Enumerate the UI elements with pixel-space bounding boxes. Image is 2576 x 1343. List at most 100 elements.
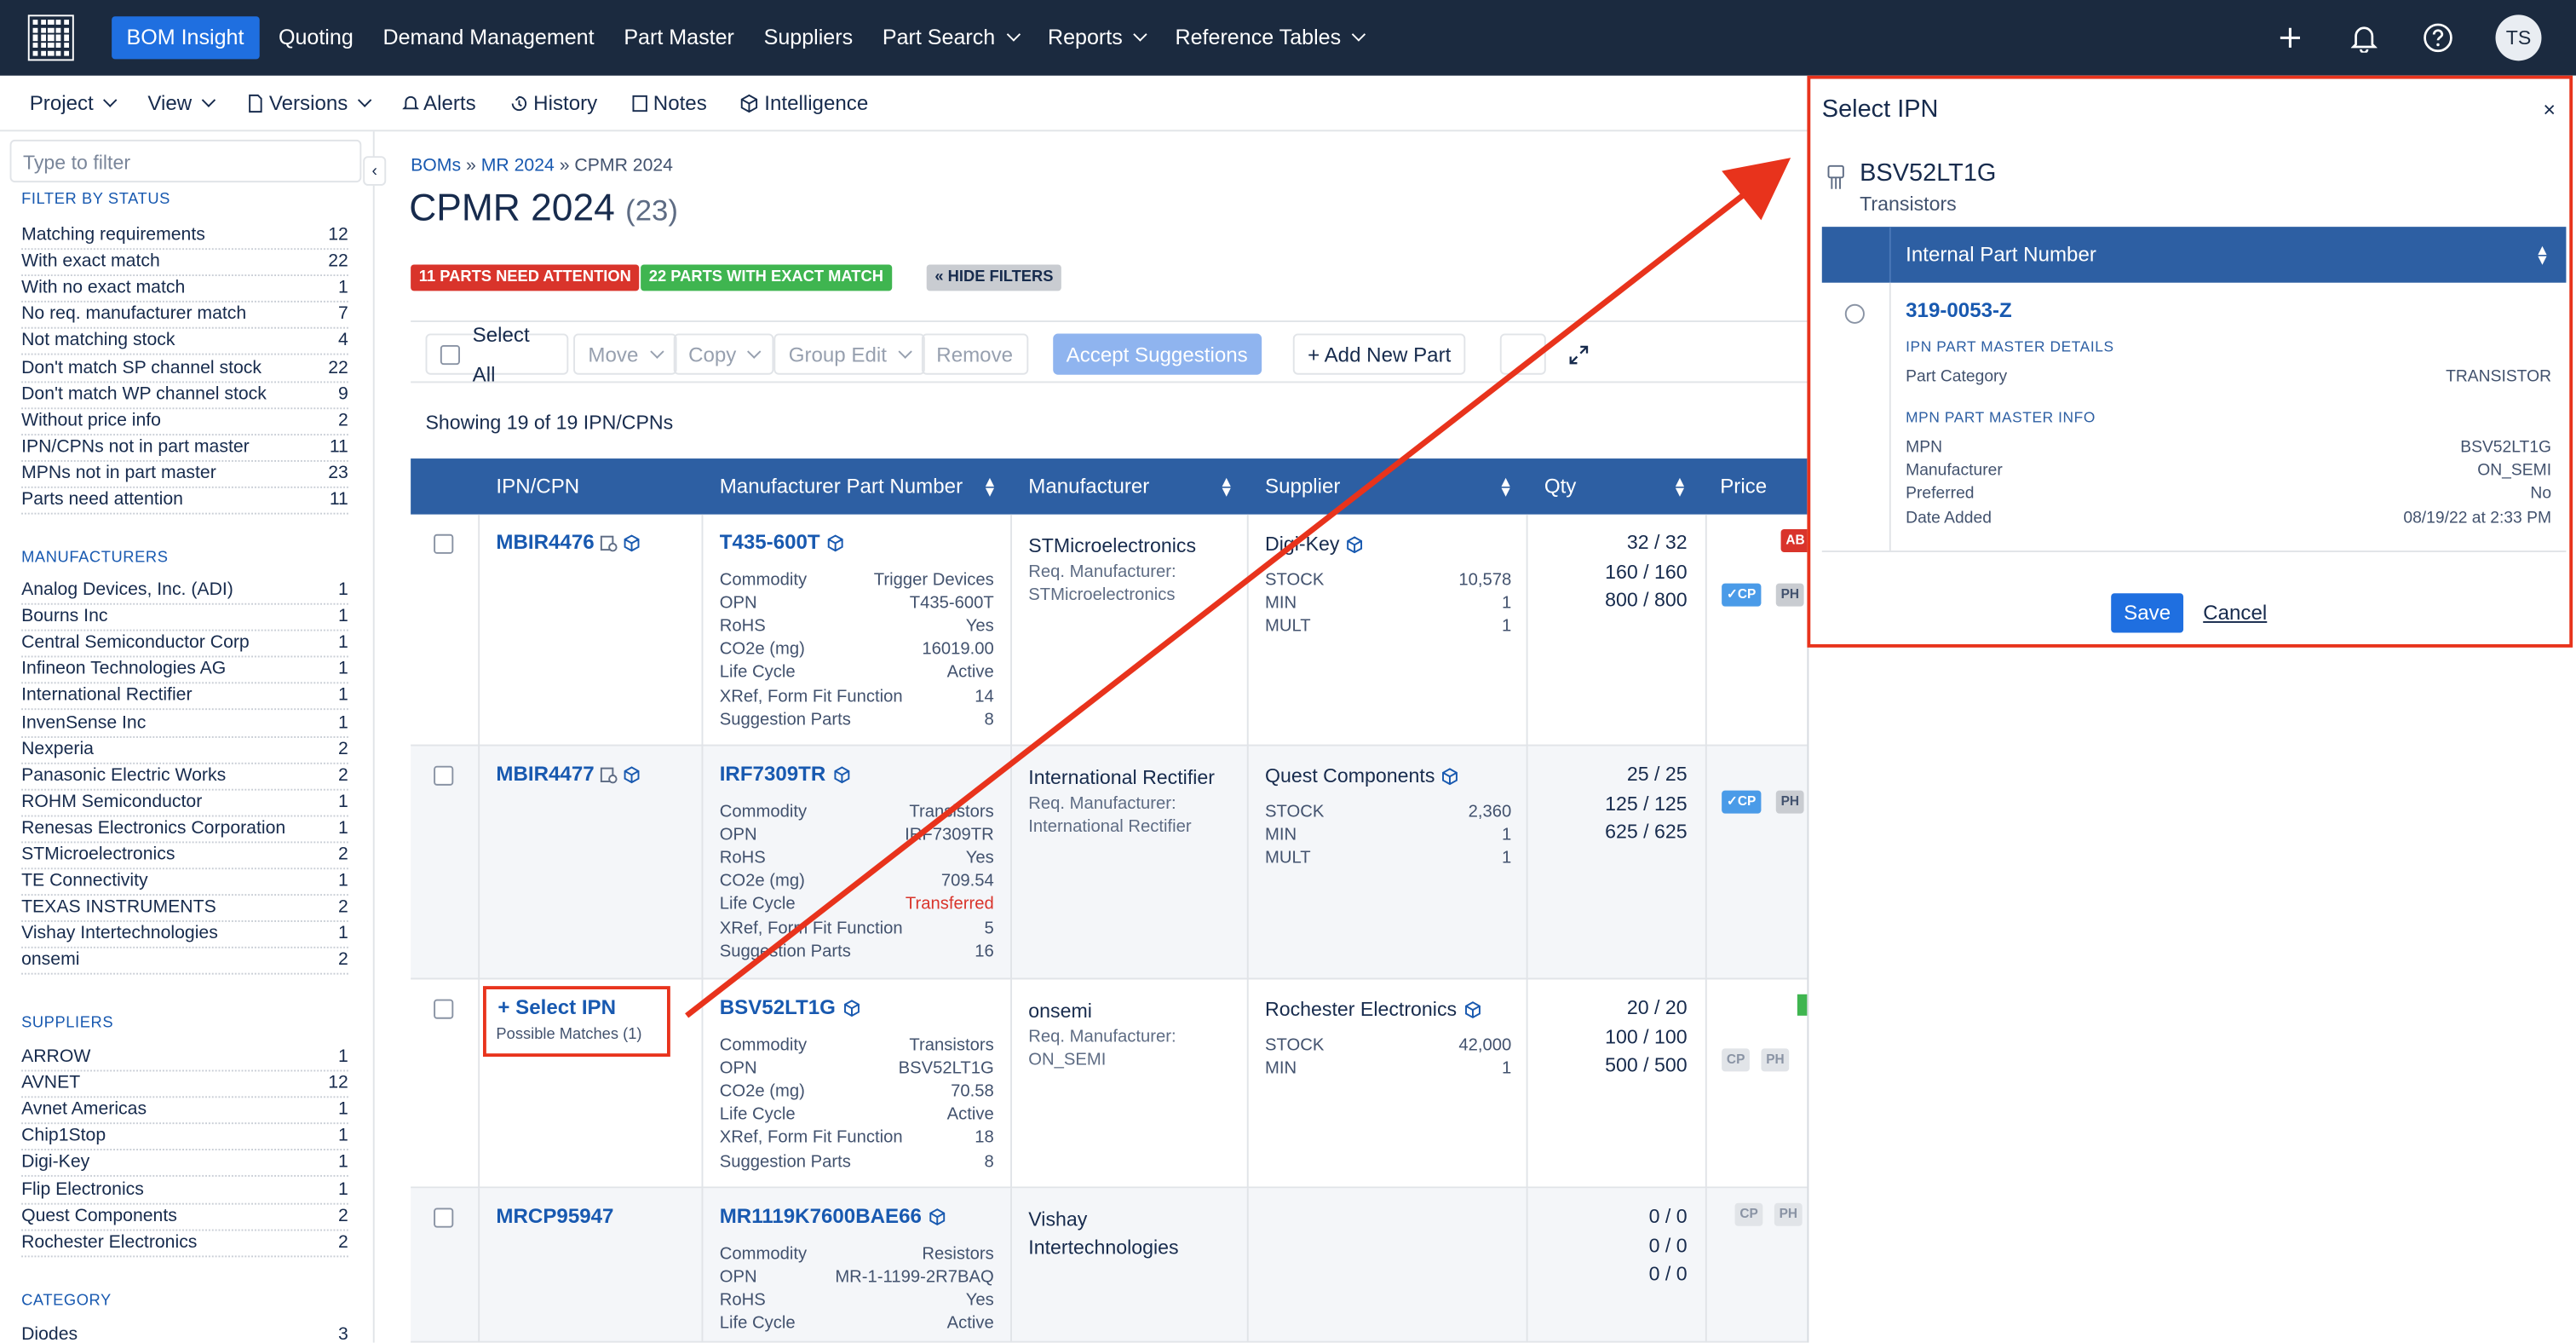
nav-bom-insight[interactable]: BOM Insight	[112, 16, 259, 60]
bell-icon[interactable]	[2348, 21, 2381, 55]
row-checkbox[interactable]	[434, 1208, 454, 1228]
attention-badge[interactable]: 11 PARTS NEED ATTENTION	[411, 264, 640, 291]
remove-button[interactable]: Remove	[921, 333, 1028, 375]
ipn-link[interactable]: MBIR4476	[496, 531, 640, 554]
filter-item-mfr[interactable]: Renesas Electronics Corporation 1	[21, 816, 348, 844]
copy-button[interactable]: Copy	[673, 333, 774, 375]
nav-reference-tables[interactable]: Reference Tables	[1160, 16, 1378, 59]
nav-suppliers[interactable]: Suppliers	[749, 16, 867, 59]
nav-part-search[interactable]: Part Search	[867, 16, 1032, 59]
status-pill[interactable]: PH	[1775, 583, 1804, 607]
breadcrumb-boms[interactable]: BOMs	[411, 156, 461, 176]
header-price[interactable]: Price	[1720, 458, 1819, 515]
filter-item-mfr[interactable]: Central Semiconductor Corp 1	[21, 631, 348, 658]
supplier-name[interactable]: Quest Components	[1265, 764, 1459, 787]
filter-item-mfr[interactable]: Vishay Intertechnologies 1	[21, 923, 348, 949]
status-pill[interactable]: CP	[1734, 1202, 1763, 1226]
filter-item-sup[interactable]: Avnet Americas 1	[21, 1098, 348, 1125]
filter-item-mfr[interactable]: TE Connectivity 1	[21, 869, 348, 896]
filter-item-mfr[interactable]: Analog Devices, Inc. (ADI) 1	[21, 579, 348, 605]
filter-item-mfr[interactable]: Panasonic Electric Works 2	[21, 764, 348, 791]
filter-item-status[interactable]: MPNs not in part master 23	[21, 462, 348, 488]
exact-match-badge[interactable]: 22 PARTS WITH EXACT MATCH	[641, 264, 892, 291]
nav-reports[interactable]: Reports	[1033, 16, 1161, 59]
nav-quoting[interactable]: Quoting	[264, 16, 369, 59]
mpn-link[interactable]: IRF7309TR	[720, 763, 851, 786]
status-pill[interactable]: PH	[1774, 1202, 1803, 1226]
header-qty[interactable]: Qty ▲ ▼	[1544, 458, 1702, 515]
filter-item-sup[interactable]: Chip1Stop 1	[21, 1125, 348, 1151]
plus-icon[interactable]	[2274, 21, 2307, 55]
close-icon[interactable]: ×	[2543, 97, 2556, 122]
filter-item-status[interactable]: No req. manufacturer match 7	[21, 303, 348, 330]
header-supplier[interactable]: Supplier ▲ ▼	[1265, 458, 1528, 515]
avatar[interactable]: TS	[2495, 14, 2542, 61]
compress-icon[interactable]	[1499, 333, 1546, 375]
move-button[interactable]: Move	[573, 333, 676, 375]
hide-filters-button[interactable]: « HIDE FILTERS	[926, 264, 1062, 291]
row-checkbox[interactable]	[434, 999, 454, 1019]
filter-item-mfr[interactable]: Nexperia 2	[21, 737, 348, 764]
help-icon[interactable]	[2422, 21, 2455, 55]
filter-item-mfr[interactable]: onsemi 2	[21, 949, 348, 976]
filter-item-mfr[interactable]: Bourns Inc 1	[21, 605, 348, 631]
filter-item-mfr[interactable]: Infineon Technologies AG 1	[21, 658, 348, 684]
filter-item-sup[interactable]: AVNET 12	[21, 1072, 348, 1098]
filter-item-sup[interactable]: Flip Electronics 1	[21, 1178, 348, 1204]
panel-table-header[interactable]: Internal Part Number ▲ ▼	[1821, 227, 2567, 283]
select-all-button[interactable]: Select All	[425, 323, 569, 385]
filter-item-sup[interactable]: ARROW 1	[21, 1046, 348, 1072]
select-all-checkbox[interactable]	[440, 344, 460, 365]
filter-item-status[interactable]: With no exact match 1	[21, 276, 348, 303]
filter-item-status[interactable]: Don't match WP channel stock 9	[21, 383, 348, 409]
option-radio[interactable]	[1844, 303, 1865, 324]
filter-item-status[interactable]: Parts need attention 11	[21, 488, 348, 515]
status-pill[interactable]: CP	[1722, 1048, 1751, 1072]
row-checkbox[interactable]	[434, 533, 454, 554]
filter-item-mfr[interactable]: ROHM Semiconductor 1	[21, 790, 348, 817]
status-pill[interactable]: PH	[1761, 1048, 1790, 1072]
ipn-link[interactable]: MRCP95947	[496, 1205, 613, 1228]
accept-suggestions-button[interactable]: Accept Suggestions	[1053, 333, 1262, 375]
filter-item-cat[interactable]: Diodes 3	[21, 1323, 348, 1342]
filter-item-status[interactable]: With exact match 22	[21, 250, 348, 277]
filter-item-status[interactable]: IPN/CPNs not in part master 11	[21, 435, 348, 462]
filter-item-sup[interactable]: Rochester Electronics 2	[21, 1231, 348, 1257]
filter-item-mfr[interactable]: International Rectifier 1	[21, 684, 348, 711]
menu-notes[interactable]: Notes	[630, 91, 707, 114]
row-checkbox[interactable]	[434, 765, 454, 786]
header-mpn[interactable]: Manufacturer Part Number ▲ ▼	[720, 458, 1012, 515]
header-ipn[interactable]: IPN/CPN	[496, 458, 703, 515]
filter-input[interactable]: Type to filter	[9, 139, 362, 183]
filter-item-status[interactable]: Matching requirements 12	[21, 223, 348, 251]
status-pill[interactable]: AB	[1780, 528, 1810, 552]
app-grid-icon[interactable]	[27, 14, 74, 61]
cancel-button[interactable]: Cancel	[2203, 602, 2267, 625]
filter-item-mfr[interactable]: InvenSense Inc 1	[21, 711, 348, 737]
filter-item-status[interactable]: Don't match SP channel stock 22	[21, 356, 348, 383]
add-new-part-button[interactable]: + Add New Part	[1292, 333, 1466, 375]
mpn-link[interactable]: T435-600T	[720, 531, 845, 554]
option-ipn-link[interactable]: 319-0053-Z	[1906, 299, 2012, 322]
mpn-link[interactable]: MR1119K7600BAE66	[720, 1205, 946, 1228]
supplier-name[interactable]: Rochester Electronics	[1265, 998, 1481, 1021]
filter-item-mfr[interactable]: TEXAS INSTRUMENTS 2	[21, 896, 348, 923]
filter-item-sup[interactable]: Quest Components 2	[21, 1204, 348, 1231]
filter-item-sup[interactable]: Digi-Key 1	[21, 1151, 348, 1178]
supplier-name[interactable]: Digi-Key	[1265, 533, 1364, 556]
filter-item-status[interactable]: Without price info 2	[21, 409, 348, 435]
group-edit-button[interactable]: Group Edit	[773, 333, 925, 375]
filter-item-mfr[interactable]: STMicroelectronics 2	[21, 843, 348, 870]
nav-demand-management[interactable]: Demand Management	[368, 16, 609, 59]
menu-project[interactable]: Project	[30, 91, 118, 114]
collapse-sidebar-button[interactable]: ‹	[363, 156, 387, 186]
ipn-link[interactable]: MBIR4477	[496, 763, 640, 786]
breadcrumb-mr[interactable]: MR 2024	[481, 156, 555, 176]
menu-view[interactable]: View	[147, 91, 216, 114]
menu-history[interactable]: History	[509, 91, 597, 114]
expand-icon[interactable]	[1555, 333, 1601, 374]
menu-versions[interactable]: Versions	[246, 91, 371, 114]
save-button[interactable]: Save	[2111, 593, 2184, 633]
menu-intelligence[interactable]: Intelligence	[739, 91, 868, 114]
status-pill[interactable]: ✓CP	[1722, 583, 1762, 607]
